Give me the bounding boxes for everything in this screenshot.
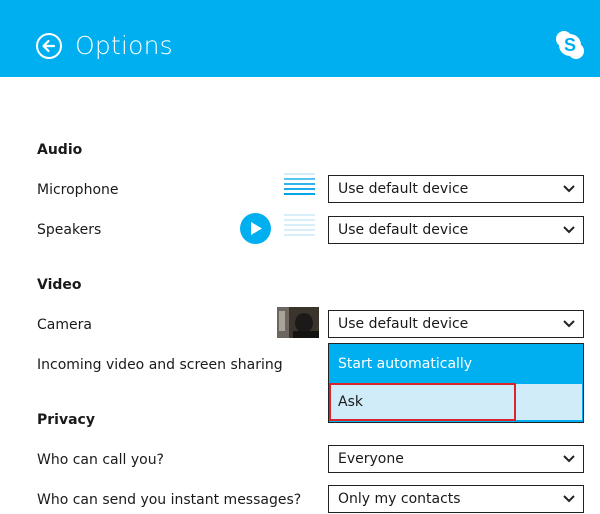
camera-label: Camera: [37, 317, 92, 333]
incoming-video-dropdown-list: Start automatically Ask: [328, 343, 584, 423]
chevron-down-icon: [563, 226, 575, 234]
skype-logo-icon: S: [556, 31, 584, 59]
dropdown-option-ask[interactable]: Ask: [329, 384, 582, 420]
who-can-call-select-value: Everyone: [338, 451, 404, 467]
who-can-message-select-value: Only my contacts: [338, 491, 461, 507]
speakers-select-value: Use default device: [338, 222, 469, 238]
camera-select[interactable]: Use default device: [328, 310, 584, 338]
who-can-message-label: Who can send you instant messages?: [37, 492, 302, 508]
who-can-call-label: Who can call you?: [37, 452, 164, 468]
dropdown-option-start-automatically[interactable]: Start automatically: [329, 346, 582, 382]
camera-select-value: Use default device: [338, 316, 469, 332]
dropdown-option-label: Ask: [338, 394, 363, 410]
app-header: Options S: [0, 0, 600, 77]
who-can-message-select[interactable]: Only my contacts: [328, 485, 584, 513]
microphone-select-value: Use default device: [338, 181, 469, 197]
back-arrow-icon: [42, 39, 56, 53]
speaker-test-play-button[interactable]: [240, 213, 271, 244]
speakers-label: Speakers: [37, 222, 102, 238]
microphone-level-meter: [284, 173, 315, 201]
dropdown-option-label: Start automatically: [338, 356, 473, 372]
chevron-down-icon: [563, 185, 575, 193]
incoming-video-label: Incoming video and screen sharing: [37, 357, 283, 373]
chevron-down-icon: [563, 320, 575, 328]
page-title: Options: [75, 31, 173, 60]
svg-text:S: S: [564, 35, 576, 55]
back-button[interactable]: [36, 33, 62, 59]
who-can-call-select[interactable]: Everyone: [328, 445, 584, 473]
play-icon: [251, 222, 262, 235]
speakers-select[interactable]: Use default device: [328, 216, 584, 244]
chevron-down-icon: [563, 455, 575, 463]
camera-preview-thumbnail: [277, 307, 319, 338]
chevron-down-icon: [563, 495, 575, 503]
section-title-privacy: Privacy: [37, 412, 95, 428]
microphone-select[interactable]: Use default device: [328, 175, 584, 203]
speakers-level-meter: [284, 214, 315, 242]
microphone-label: Microphone: [37, 182, 119, 198]
section-title-audio: Audio: [37, 142, 83, 158]
section-title-video: Video: [37, 277, 82, 293]
